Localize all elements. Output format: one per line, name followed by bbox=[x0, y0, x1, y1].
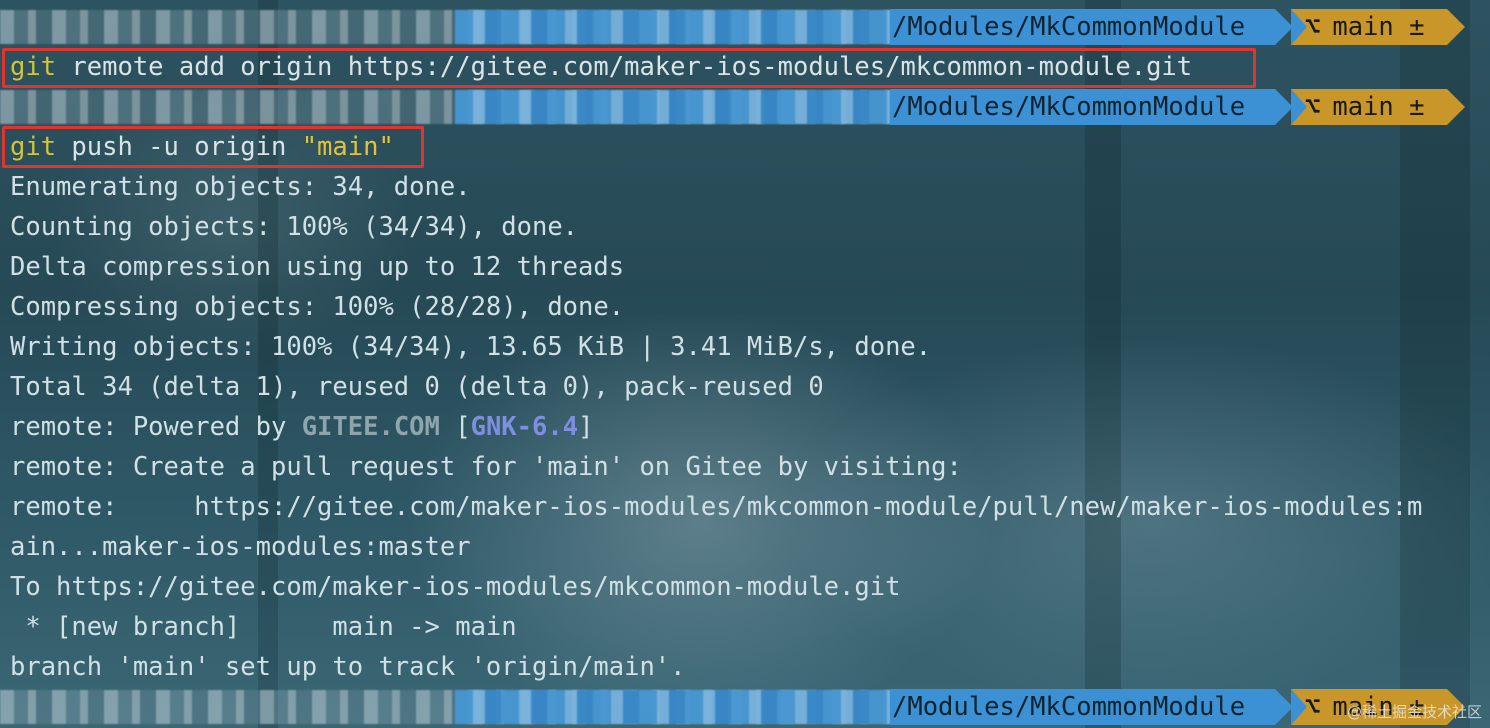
terminal-window[interactable]: /Modules/MkCommonModule ⌥ main ± git remo… bbox=[0, 0, 1490, 728]
highlight-box bbox=[2, 48, 1256, 88]
gitee-brand: GITEE.COM bbox=[301, 412, 440, 442]
output-text: ] bbox=[578, 412, 594, 442]
prompt-branch-segment: ⌥ main ± bbox=[1291, 9, 1447, 45]
shell-prompt: /Modules/MkCommonModule ⌥ main ± bbox=[0, 86, 1490, 126]
output-line: branch 'main' set up to track 'origin/ma… bbox=[10, 652, 686, 682]
prompt-branch-segment: ⌥ main ± bbox=[1291, 89, 1447, 125]
prompt-separator bbox=[1291, 9, 1307, 45]
highlight-box bbox=[2, 126, 424, 168]
output-line: Total 34 (delta 1), reused 0 (delta 0), … bbox=[10, 372, 824, 402]
prompt-path: /Modules/MkCommonModule bbox=[890, 9, 1275, 45]
watermark: @稀土掘金技术社区 bbox=[1346, 703, 1482, 721]
git-branch-icon: ⌥ bbox=[1305, 12, 1321, 42]
output-text: remote: Powered by bbox=[10, 412, 302, 442]
prompt-separator bbox=[1291, 689, 1307, 725]
output-line: * [new branch] main -> main bbox=[10, 612, 517, 642]
output-line: remote: Create a pull request for 'main'… bbox=[10, 452, 962, 482]
prompt-separator bbox=[1291, 89, 1307, 125]
prompt-path: /Modules/MkCommonModule bbox=[890, 89, 1275, 125]
shell-prompt: /Modules/MkCommonModule ⌥ main ± bbox=[0, 686, 1490, 726]
prompt-branch: main ± bbox=[1332, 12, 1425, 42]
output-line: Compressing objects: 100% (28/28), done. bbox=[10, 292, 625, 322]
redacted-path-prefix bbox=[455, 90, 890, 124]
output-line: ain...maker-ios-modules:master bbox=[10, 532, 471, 562]
git-branch-icon: ⌥ bbox=[1305, 92, 1321, 122]
redacted-path-prefix bbox=[455, 10, 890, 44]
output-line: Counting objects: 100% (34/34), done. bbox=[10, 212, 579, 242]
shell-prompt: /Modules/MkCommonModule ⌥ main ± bbox=[0, 6, 1490, 46]
prompt-separator bbox=[1447, 9, 1465, 45]
output-line-url[interactable]: remote: https://gitee.com/maker-ios-modu… bbox=[0, 487, 1490, 527]
output-text: [ bbox=[439, 412, 471, 442]
output-line: Enumerating objects: 34, done. bbox=[10, 172, 471, 202]
output-line: remote: Powered by GITEE.COM [GNK-6.4] bbox=[0, 407, 1490, 447]
output-line: Delta compression using up to 12 threads bbox=[10, 252, 625, 282]
prompt-path: /Modules/MkCommonModule bbox=[890, 689, 1275, 725]
gnk-version: GNK-6.4 bbox=[470, 412, 579, 442]
output-line: Writing objects: 100% (34/34), 13.65 KiB… bbox=[10, 332, 932, 362]
prompt-branch: main ± bbox=[1332, 92, 1425, 122]
redacted-path-prefix bbox=[455, 690, 890, 724]
prompt-separator bbox=[1447, 89, 1465, 125]
git-branch-icon: ⌥ bbox=[1305, 692, 1321, 722]
output-line-url[interactable]: To https://gitee.com/maker-ios-modules/m… bbox=[0, 567, 1490, 607]
